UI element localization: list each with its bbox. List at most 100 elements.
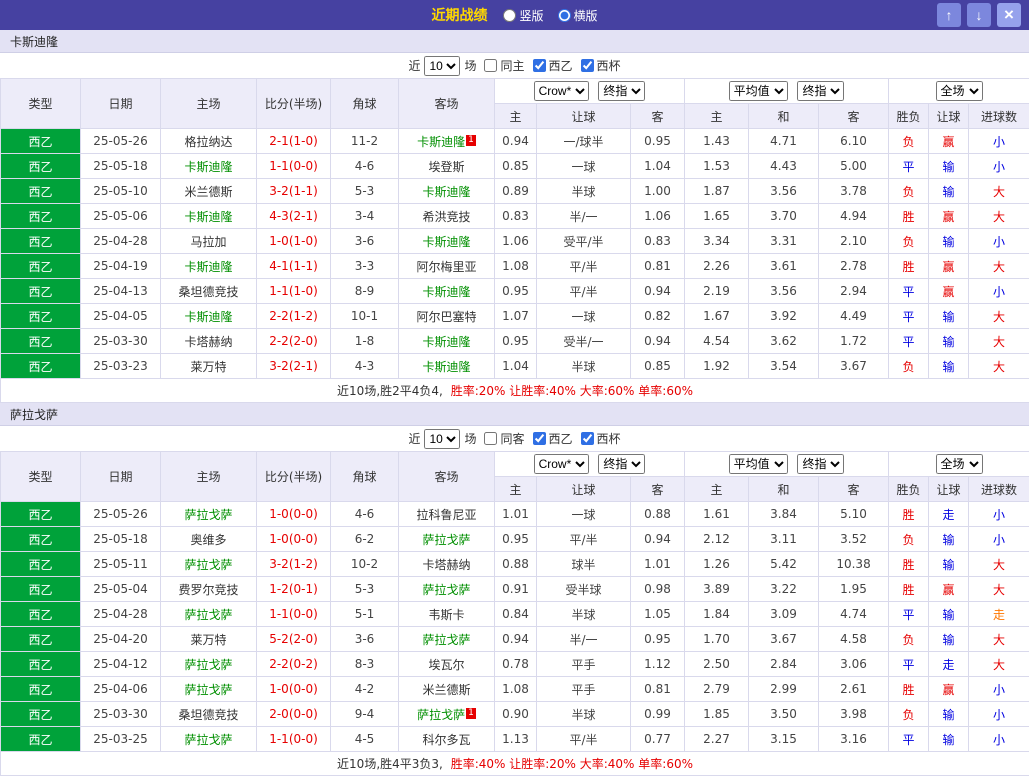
away-team-cell[interactable]: 卡斯迪隆 — [399, 329, 495, 354]
same-home-checkbox[interactable] — [484, 59, 497, 72]
home-team-cell[interactable]: 卡斯迪隆 — [161, 304, 257, 329]
away-team-cell[interactable]: 埃登斯 — [399, 154, 495, 179]
team-name[interactable]: 卡斯迪隆 — [184, 310, 232, 324]
home-team-cell[interactable]: 费罗尔竞技 — [161, 577, 257, 602]
away-team-cell[interactable]: 科尔多瓦 — [399, 727, 495, 752]
home-team-cell[interactable]: 卡斯迪隆 — [161, 204, 257, 229]
league-checkbox-label[interactable]: 西乙 — [525, 430, 573, 447]
away-team-cell[interactable]: 埃瓦尔 — [399, 652, 495, 677]
team-name[interactable]: 希洪竞技 — [422, 210, 470, 224]
team-name[interactable]: 桑坦德竞技 — [178, 285, 238, 299]
home-team-cell[interactable]: 奥维多 — [161, 527, 257, 552]
score-cell[interactable]: 3-2(2-1) — [257, 354, 331, 379]
match-count-select[interactable]: 10 — [424, 56, 460, 76]
team-name[interactable]: 拉科鲁尼亚 — [416, 508, 476, 522]
team-name[interactable]: 卡塔赫纳 — [422, 558, 470, 572]
away-team-cell[interactable]: 卡斯迪隆 — [399, 279, 495, 304]
horizontal-layout-radio[interactable] — [558, 9, 571, 22]
cup-checkbox[interactable] — [581, 432, 594, 445]
same-away-checkbox-label[interactable]: 同客 — [476, 430, 524, 447]
team-name[interactable]: 萨拉戈萨 — [184, 558, 232, 572]
team-name[interactable]: 埃瓦尔 — [428, 658, 464, 672]
score-cell[interactable]: 3-2(1-2) — [257, 552, 331, 577]
match-count-select[interactable]: 10 — [424, 429, 460, 449]
home-team-cell[interactable]: 萨拉戈萨 — [161, 602, 257, 627]
home-team-cell[interactable]: 卡斯迪隆 — [161, 254, 257, 279]
team-name[interactable]: 卡斯迪隆 — [184, 210, 232, 224]
away-team-cell[interactable]: 卡斯迪隆 — [399, 354, 495, 379]
home-team-cell[interactable]: 卡斯迪隆 — [161, 154, 257, 179]
away-team-cell[interactable]: 阿尔巴塞特 — [399, 304, 495, 329]
score-cell[interactable]: 1-0(0-0) — [257, 677, 331, 702]
away-team-cell[interactable]: 萨拉戈萨1 — [399, 702, 495, 727]
fulltime-select[interactable]: 全场 — [936, 454, 983, 474]
avg-time-select[interactable]: 终指 — [797, 81, 844, 101]
score-cell[interactable]: 1-1(0-0) — [257, 154, 331, 179]
team-name[interactable]: 费罗尔竞技 — [178, 583, 238, 597]
home-team-cell[interactable]: 格拉纳达 — [161, 129, 257, 154]
team-name[interactable]: 卡塔赫纳 — [184, 335, 232, 349]
vertical-layout-radio[interactable] — [503, 9, 516, 22]
home-team-cell[interactable]: 卡塔赫纳 — [161, 329, 257, 354]
home-team-cell[interactable]: 莱万特 — [161, 354, 257, 379]
close-icon[interactable]: × — [997, 3, 1021, 27]
team-name[interactable]: 卡斯迪隆 — [422, 185, 470, 199]
away-team-cell[interactable]: 希洪竞技 — [399, 204, 495, 229]
team-name[interactable]: 卡斯迪隆 — [422, 285, 470, 299]
score-cell[interactable]: 1-1(1-0) — [257, 279, 331, 304]
home-team-cell[interactable]: 萨拉戈萨 — [161, 727, 257, 752]
away-team-cell[interactable]: 萨拉戈萨 — [399, 527, 495, 552]
team-name[interactable]: 莱万特 — [190, 633, 226, 647]
home-team-cell[interactable]: 桑坦德竞技 — [161, 279, 257, 304]
team-name[interactable]: 阿尔巴塞特 — [416, 310, 476, 324]
team-name[interactable]: 马拉加 — [190, 235, 226, 249]
odds-time-select[interactable]: 终指 — [598, 81, 645, 101]
bookmaker-select[interactable]: Crow* — [534, 81, 589, 101]
same-home-checkbox-label[interactable]: 同主 — [476, 57, 524, 74]
same-away-checkbox[interactable] — [484, 432, 497, 445]
league-checkbox[interactable] — [533, 432, 546, 445]
team-name[interactable]: 桑坦德竞技 — [178, 708, 238, 722]
cup-checkbox[interactable] — [581, 59, 594, 72]
odds-time-select[interactable]: 终指 — [598, 454, 645, 474]
team-name[interactable]: 卡斯迪隆 — [422, 235, 470, 249]
score-cell[interactable]: 2-2(1-2) — [257, 304, 331, 329]
team-name[interactable]: 萨拉戈萨 — [422, 583, 470, 597]
team-name[interactable]: 萨拉戈萨 — [422, 533, 470, 547]
team-name[interactable]: 格拉纳达 — [184, 135, 232, 149]
move-down-button[interactable]: ↓ — [967, 3, 991, 27]
score-cell[interactable]: 2-2(0-2) — [257, 652, 331, 677]
team-name[interactable]: 韦斯卡 — [428, 608, 464, 622]
score-cell[interactable]: 3-2(1-1) — [257, 179, 331, 204]
score-cell[interactable]: 4-1(1-1) — [257, 254, 331, 279]
league-checkbox-label[interactable]: 西乙 — [525, 57, 573, 74]
bookmaker-select[interactable]: Crow* — [534, 454, 589, 474]
home-team-cell[interactable]: 萨拉戈萨 — [161, 552, 257, 577]
away-team-cell[interactable]: 卡斯迪隆1 — [399, 129, 495, 154]
average-select[interactable]: 平均值 — [729, 454, 788, 474]
horizontal-layout-option[interactable]: 横版 — [558, 7, 598, 24]
team-name[interactable]: 埃登斯 — [428, 160, 464, 174]
away-team-cell[interactable]: 韦斯卡 — [399, 602, 495, 627]
team-name[interactable]: 萨拉戈萨 — [417, 708, 465, 722]
vertical-layout-option[interactable]: 竖版 — [503, 7, 543, 24]
team-name[interactable]: 卡斯迪隆 — [422, 335, 470, 349]
team-name[interactable]: 米兰德斯 — [422, 683, 470, 697]
away-team-cell[interactable]: 卡塔赫纳 — [399, 552, 495, 577]
home-team-cell[interactable]: 萨拉戈萨 — [161, 502, 257, 527]
score-cell[interactable]: 1-0(0-0) — [257, 502, 331, 527]
away-team-cell[interactable]: 米兰德斯 — [399, 677, 495, 702]
cup-checkbox-label[interactable]: 西杯 — [573, 430, 621, 447]
home-team-cell[interactable]: 莱万特 — [161, 627, 257, 652]
league-checkbox[interactable] — [533, 59, 546, 72]
score-cell[interactable]: 1-1(0-0) — [257, 602, 331, 627]
away-team-cell[interactable]: 卡斯迪隆 — [399, 179, 495, 204]
team-name[interactable]: 米兰德斯 — [184, 185, 232, 199]
home-team-cell[interactable]: 萨拉戈萨 — [161, 677, 257, 702]
team-name[interactable]: 卡斯迪隆 — [184, 160, 232, 174]
home-team-cell[interactable]: 米兰德斯 — [161, 179, 257, 204]
away-team-cell[interactable]: 萨拉戈萨 — [399, 627, 495, 652]
score-cell[interactable]: 2-2(2-0) — [257, 329, 331, 354]
score-cell[interactable]: 5-2(2-0) — [257, 627, 331, 652]
avg-time-select[interactable]: 终指 — [797, 454, 844, 474]
